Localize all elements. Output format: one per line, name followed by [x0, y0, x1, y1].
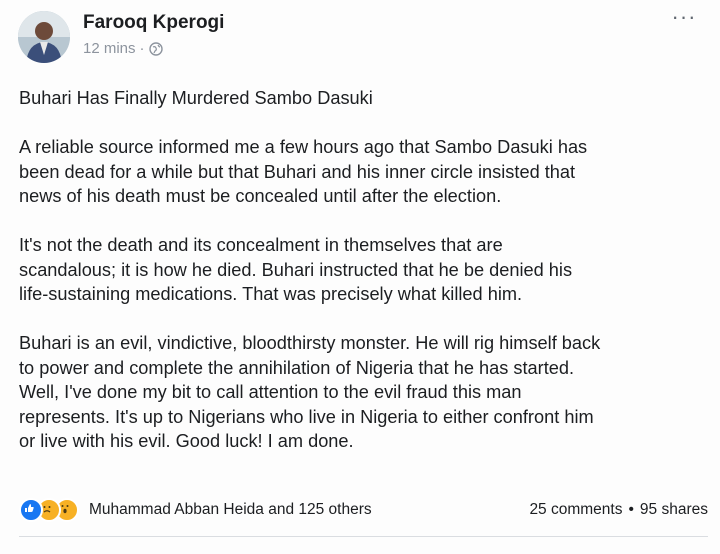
facebook-post: Farooq Kperogi 12 mins · ··· Buhari Has … [0, 0, 720, 554]
post-meta: 12 mins · [83, 40, 163, 57]
post-footer: Muhammad Abban Heida and 125 others 25 c… [19, 497, 708, 523]
post-paragraph: It's not the death and its concealment i… [19, 235, 573, 304]
post-body: Buhari Has Finally Murdered Sambo Dasuki… [19, 86, 709, 478]
post-title: Buhari Has Finally Murdered Sambo Dasuki [19, 88, 373, 108]
shares-count[interactable]: 95 shares [640, 501, 708, 519]
meta-separator: · [139, 40, 145, 57]
divider [19, 536, 708, 537]
globe-icon [148, 41, 163, 56]
reactions-summary[interactable] [19, 498, 79, 522]
author-name[interactable]: Farooq Kperogi [83, 12, 224, 34]
post-paragraph: A reliable source informed me a few hour… [19, 137, 588, 206]
engagement-counts: 25 comments • 95 shares [529, 501, 708, 519]
more-options-icon[interactable]: ··· [670, 6, 698, 30]
like-reaction-icon [19, 498, 43, 522]
reaction-count[interactable]: Muhammad Abban Heida and 125 others [89, 501, 372, 519]
post-time[interactable]: 12 mins [83, 40, 136, 57]
post-paragraph: Buhari is an evil, vindictive, bloodthir… [19, 333, 601, 451]
comments-count[interactable]: 25 comments [529, 501, 622, 519]
avatar[interactable] [18, 11, 70, 63]
avatar-photo [18, 11, 70, 63]
counts-separator: • [628, 501, 634, 518]
